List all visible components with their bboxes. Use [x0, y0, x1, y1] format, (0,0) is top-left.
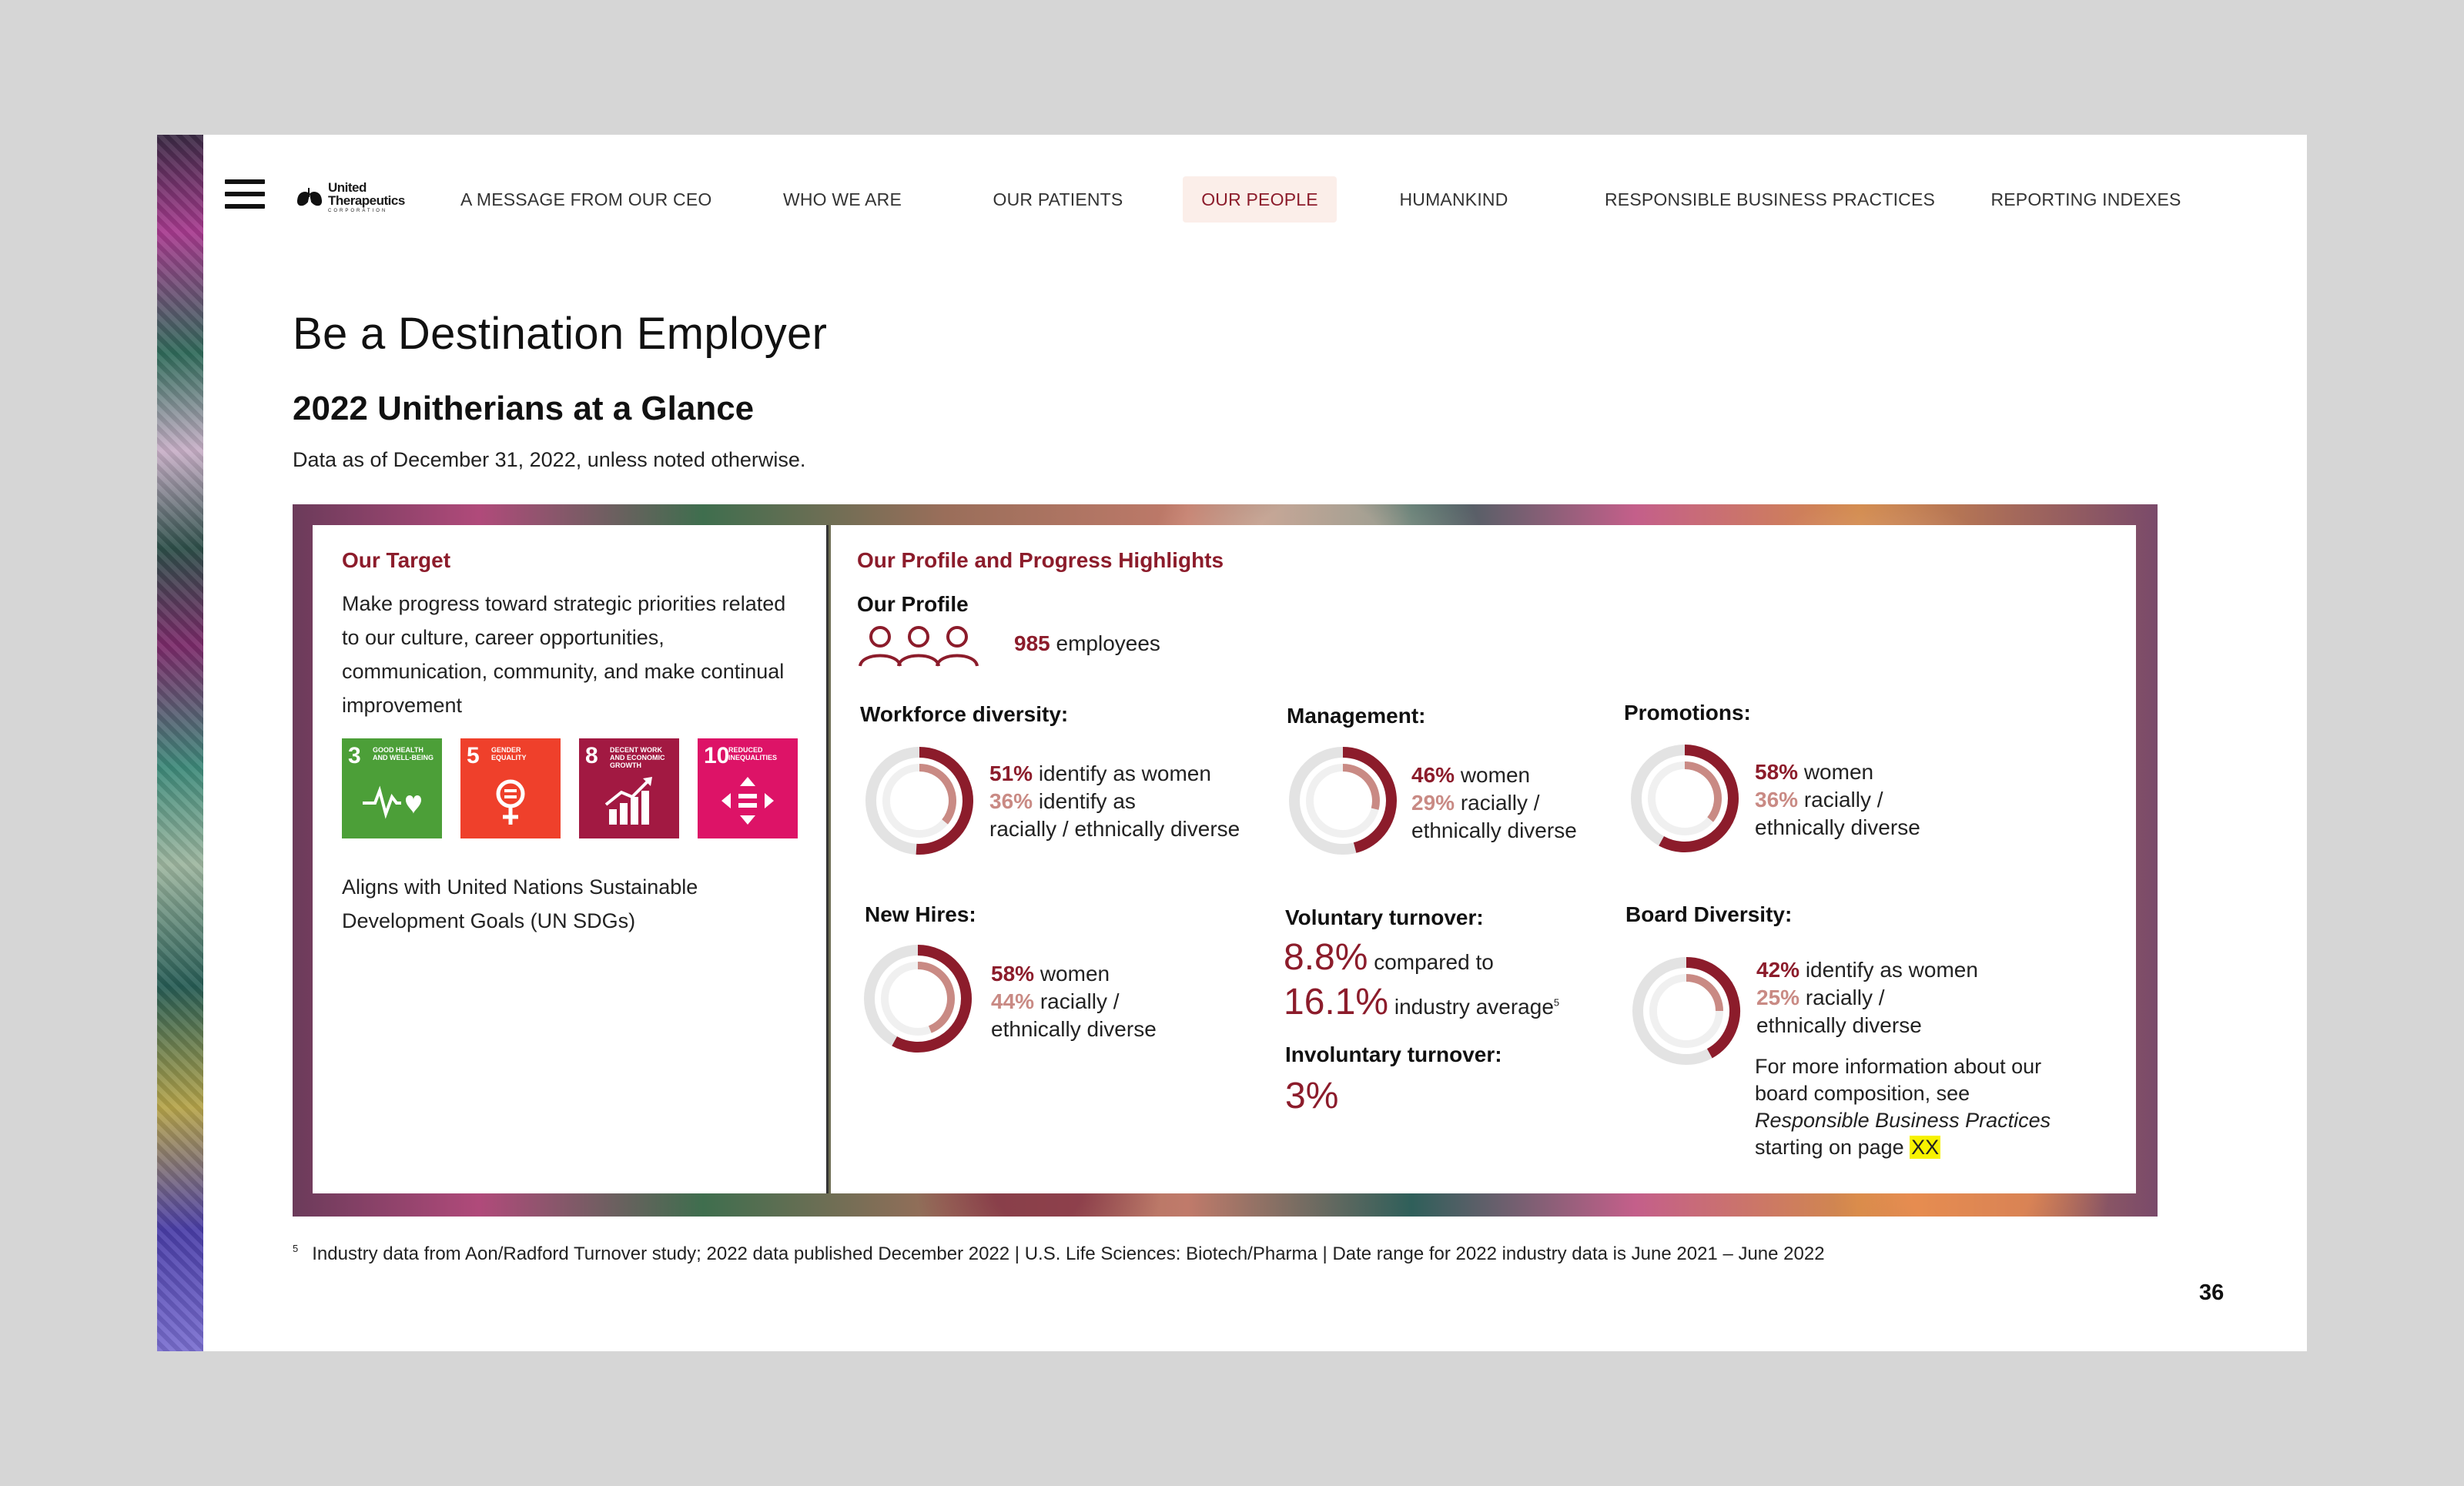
nav-item-our-people[interactable]: OUR PEOPLE: [1183, 176, 1337, 223]
footnote: 5 Industry data from Aon/Radford Turnover…: [293, 1243, 1825, 1264]
management-label: Management:: [1287, 704, 1426, 728]
voluntary-turnover-label: Voluntary turnover:: [1285, 905, 1484, 929]
logo-line-3: CORPORATION: [328, 209, 388, 213]
promotions-stat: 58% women 36% racially / ethnically dive…: [1755, 760, 1920, 839]
profile-heading: Our Profile and Progress Highlights: [857, 548, 1224, 572]
promotions-inner-arc: [1684, 761, 1722, 822]
sdg-8-icon[interactable]: 8 DECENT WORK AND ECONOMIC GROWTH: [579, 738, 679, 838]
profile-panel: Our Profile and Progress Highlights Our …: [831, 525, 2136, 1193]
nav-item-reporting-indexes[interactable]: REPORTING INDEXES: [1990, 176, 2182, 223]
decorative-side-strip: [157, 135, 203, 1351]
data-note: Data as of December 31, 2022, unless not…: [293, 448, 806, 471]
new-hires-stat: 58% women 44% racially / ethnically dive…: [991, 962, 1157, 1041]
page-number: 36: [2199, 1280, 2225, 1305]
new-hires-label: New Hires:: [865, 902, 976, 926]
voluntary-row-2: 16.1% industry average5: [1284, 982, 1560, 1022]
workforce-label: Workforce diversity:: [860, 702, 1069, 726]
page-ref-link[interactable]: XX: [1910, 1136, 1941, 1159]
voluntary-row-1: 8.8% compared to: [1284, 937, 1494, 978]
nav-item-our-patients[interactable]: OUR PATIENTS: [989, 176, 1127, 223]
logo-line-2: Therapeutics: [328, 193, 405, 208]
gender-equality-icon: [496, 779, 525, 825]
target-text: Make progress toward strategic prioritie…: [342, 592, 786, 717]
report-page: United Therapeutics CORPORATION A MESSAG…: [157, 135, 2307, 1351]
sdg-icons: 3 GOOD HEALTH AND WELL-BEING 5 GENDER EQ…: [342, 738, 798, 838]
employee-count: 985 employees: [1014, 631, 1160, 655]
board-diversity-stat: 42% identify as women 25% racially / eth…: [1756, 958, 1978, 1037]
nav-item-who-we-are[interactable]: WHO WE ARE: [782, 176, 902, 223]
involuntary-turnover-label: Involuntary turnover:: [1285, 1043, 1502, 1066]
growth-chart-icon: [604, 777, 652, 825]
promotions-label: Promotions:: [1624, 701, 1751, 725]
company-logo[interactable]: United Therapeutics CORPORATION: [296, 178, 427, 216]
sdg-alignment-text: Aligns with United Nations Sustainable D…: [342, 875, 698, 932]
promotions-donut: [1631, 745, 1739, 852]
board-diversity-donut: [1632, 957, 1740, 1065]
nav-item-humankind[interactable]: HUMANKIND: [1389, 176, 1518, 223]
sdg-10-icon[interactable]: 10 REDUCED INEQUALITIES: [698, 738, 798, 838]
involuntary-value: 3%: [1285, 1076, 1339, 1116]
board-more-info: For more information about our board com…: [1755, 1055, 2051, 1159]
logo-line-1: United: [328, 180, 367, 195]
workforce-donut: [865, 747, 973, 855]
nav-item-ceo-message[interactable]: A MESSAGE FROM OUR CEO: [460, 176, 711, 223]
sdg-3-icon[interactable]: 3 GOOD HEALTH AND WELL-BEING: [342, 738, 442, 838]
highlights-banner: Our Target Make progress toward strategi…: [293, 504, 2158, 1217]
target-label: Our Target: [342, 548, 451, 572]
reduced-inequalities-icon: [721, 777, 774, 825]
workforce-inner-arc: [919, 764, 956, 825]
management-inner-arc: [1342, 764, 1380, 810]
hamburger-menu-icon[interactable]: [225, 179, 265, 209]
target-panel: Our Target Make progress toward strategi…: [313, 525, 829, 1193]
board-inner-arc: [1686, 974, 1723, 1012]
nav-item-responsible-business[interactable]: RESPONSIBLE BUSINESS PRACTICES: [1605, 176, 1935, 223]
management-donut: [1289, 747, 1397, 855]
our-profile-label: Our Profile: [857, 592, 969, 616]
new-hires-donut: [864, 945, 972, 1053]
newhires-inner-arc: [917, 962, 955, 1033]
heartbeat-icon: [363, 785, 421, 819]
people-icon: [859, 626, 979, 667]
lungs-logo-icon: [296, 188, 323, 206]
sdg-5-icon[interactable]: 5 GENDER EQUALITY: [460, 738, 561, 838]
workforce-stat: 51% identify as women 36% identify as ra…: [989, 761, 1240, 841]
section-subtitle: 2022 Unitherians at a Glance: [293, 390, 755, 427]
management-stat: 46% women 29% racially / ethnically dive…: [1411, 763, 1577, 842]
board-diversity-label: Board Diversity:: [1625, 902, 1793, 926]
page-title: Be a Destination Employer: [293, 309, 828, 359]
